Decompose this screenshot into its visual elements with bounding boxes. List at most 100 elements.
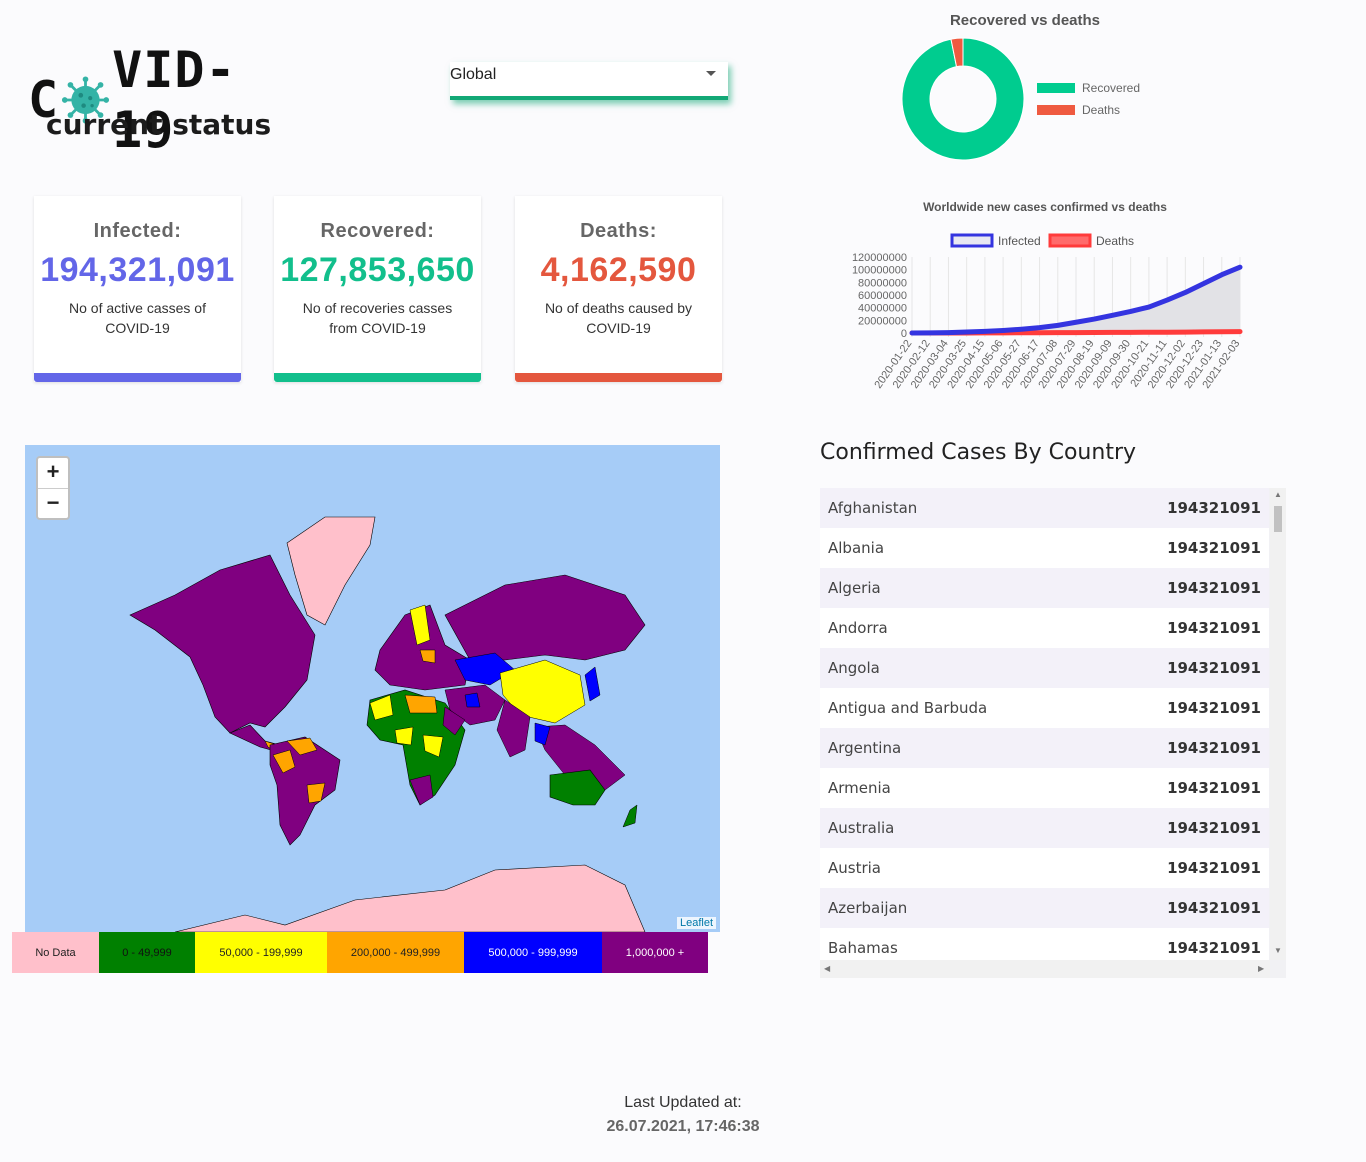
deaths-title: Deaths: bbox=[580, 220, 657, 242]
deaths-card: Deaths: 4,162,590 No of deaths caused by… bbox=[515, 196, 722, 382]
infected-value: 194,321,091 bbox=[40, 251, 235, 289]
country-name: Azerbaijan bbox=[828, 899, 908, 917]
country-cases: 194321091 bbox=[1167, 739, 1261, 757]
country-name: Austria bbox=[828, 859, 881, 877]
country-row[interactable]: Algeria 194321091 bbox=[820, 568, 1269, 608]
map-region-north-america bbox=[129, 554, 316, 734]
country-row[interactable]: Argentina 194321091 bbox=[820, 728, 1269, 768]
country-row[interactable]: Angola 194321091 bbox=[820, 648, 1269, 688]
page-subtitle: current status bbox=[46, 108, 272, 141]
country-row[interactable]: Armenia 194321091 bbox=[820, 768, 1269, 808]
country-name: Armenia bbox=[828, 779, 891, 797]
line-legend-swatch[interactable] bbox=[950, 233, 994, 248]
donut-chart: Recovered Deaths bbox=[901, 37, 1140, 161]
world-map[interactable] bbox=[25, 445, 720, 932]
country-row[interactable]: Antigua and Barbuda 194321091 bbox=[820, 688, 1269, 728]
deaths-description: No of deaths caused by COVID-19 bbox=[544, 300, 693, 336]
recovered-bar bbox=[274, 373, 481, 382]
zoom-out-button[interactable]: − bbox=[38, 489, 68, 519]
country-name: Angola bbox=[828, 659, 880, 677]
donut-chart-title: Recovered vs deaths bbox=[949, 12, 1101, 29]
horizontal-scrollbar[interactable]: ◀ ▶ bbox=[820, 960, 1270, 978]
recovered-value: 127,853,650 bbox=[280, 251, 475, 289]
country-cases: 194321091 bbox=[1167, 859, 1261, 877]
map-zoom-control: + − bbox=[36, 456, 70, 520]
country-name: Albania bbox=[828, 539, 885, 557]
country-row[interactable]: Andorra 194321091 bbox=[820, 608, 1269, 648]
y-tick-label: 120000000 bbox=[852, 252, 907, 264]
country-cases: 194321091 bbox=[1167, 939, 1261, 957]
app-logo: C VID-19 bbox=[28, 40, 288, 159]
country-cases: 194321091 bbox=[1167, 779, 1261, 797]
scroll-up-icon[interactable]: ▲ bbox=[1274, 490, 1282, 499]
recovered-title: Recovered: bbox=[320, 220, 435, 242]
country-cases: 194321091 bbox=[1167, 539, 1261, 557]
leaflet-attribution-link[interactable]: Leaflet bbox=[677, 917, 717, 929]
chevron-down-icon bbox=[706, 71, 716, 76]
map-region-greenland bbox=[286, 516, 376, 626]
country-name: Bahamas bbox=[828, 939, 898, 957]
deaths-value: 4,162,590 bbox=[540, 251, 697, 289]
country-list[interactable]: Afghanistan 194321091 Albania 194321091 Alge… bbox=[820, 488, 1286, 978]
scroll-right-icon[interactable]: ▶ bbox=[1258, 964, 1264, 973]
scroll-down-icon[interactable]: ▼ bbox=[1274, 946, 1282, 955]
line-legend-swatch[interactable] bbox=[1048, 233, 1092, 248]
donut-legend-label: Recovered bbox=[1082, 81, 1140, 95]
country-name: Andorra bbox=[828, 619, 888, 637]
zoom-in-button[interactable]: + bbox=[38, 458, 68, 489]
legend-item: 500,000 - 999,999 bbox=[464, 932, 602, 973]
country-row[interactable]: Afghanistan 194321091 bbox=[820, 488, 1269, 528]
legend-item: 200,000 - 499,999 bbox=[327, 932, 464, 973]
country-row[interactable]: Azerbaijan 194321091 bbox=[820, 888, 1269, 928]
country-row[interactable]: Australia 194321091 bbox=[820, 808, 1269, 848]
country-row[interactable]: Bahamas 194321091 bbox=[820, 928, 1269, 960]
country-cases: 194321091 bbox=[1167, 819, 1261, 837]
donut-legend-swatch bbox=[1037, 83, 1075, 93]
infected-bar bbox=[34, 373, 241, 382]
country-name: Afghanistan bbox=[828, 499, 918, 517]
donut-legend-swatch bbox=[1037, 105, 1075, 115]
country-name: Australia bbox=[828, 819, 895, 837]
country-rows: Afghanistan 194321091 Albania 194321091 Alge… bbox=[820, 488, 1269, 960]
legend-item: 50,000 - 199,999 bbox=[195, 932, 327, 973]
country-cases: 194321091 bbox=[1167, 619, 1261, 637]
country-cases: 194321091 bbox=[1167, 699, 1261, 717]
country-name: Antigua and Barbuda bbox=[828, 699, 988, 717]
region-select-value: Global bbox=[450, 66, 497, 83]
scroll-left-icon[interactable]: ◀ bbox=[824, 964, 830, 973]
country-cases: 194321091 bbox=[1167, 659, 1261, 677]
country-name: Argentina bbox=[828, 739, 902, 757]
infected-description: No of active casses of COVID-19 bbox=[69, 300, 206, 336]
recovered-description: No of recoveries casses from COVID-19 bbox=[302, 300, 453, 336]
infected-card: Infected: 194,321,091 No of active casse… bbox=[34, 196, 241, 382]
line-legend-label: Deaths bbox=[1096, 234, 1134, 248]
logo-suffix: VID-19 bbox=[112, 41, 237, 159]
infected-title: Infected: bbox=[93, 220, 182, 242]
last-updated-label: Last Updated at: bbox=[624, 1094, 742, 1111]
country-name: Algeria bbox=[828, 579, 881, 597]
legend-item: 0 - 49,999 bbox=[99, 932, 195, 973]
y-tick-label: 20000000 bbox=[858, 315, 907, 327]
vertical-scrollbar[interactable]: ▲ ▼ bbox=[1270, 488, 1286, 960]
recovered-card: Recovered: 127,853,650 No of recoveries … bbox=[274, 196, 481, 382]
y-tick-label: 80000000 bbox=[858, 277, 907, 289]
map-region-russia bbox=[444, 574, 646, 661]
map-legend: No Data 0 - 49,999 50,000 - 199,999 200,000… bbox=[12, 932, 708, 973]
line-chart-title: Worldwide new cases confirmed vs deaths bbox=[923, 200, 1167, 214]
scrollbar-thumb[interactable] bbox=[1274, 506, 1282, 532]
country-row[interactable]: Austria 194321091 bbox=[820, 848, 1269, 888]
last-updated-value: 26.07.2021, 17:46:38 bbox=[606, 1118, 760, 1135]
legend-item: 1,000,000 + bbox=[602, 932, 708, 973]
line-chart: Infected Deaths 12000000010000000080000000… bbox=[852, 233, 1243, 391]
y-tick-label: 60000000 bbox=[858, 290, 907, 302]
deaths-bar bbox=[515, 373, 722, 382]
y-tick-label: 100000000 bbox=[852, 265, 907, 277]
world-map-canvas bbox=[129, 516, 646, 932]
region-select[interactable]: Global bbox=[450, 62, 728, 100]
y-tick-label: 40000000 bbox=[858, 303, 907, 315]
country-row[interactable]: Albania 194321091 bbox=[820, 528, 1269, 568]
line-legend-label: Infected bbox=[998, 234, 1041, 248]
map-region-antarctica bbox=[174, 864, 646, 932]
country-cases: 194321091 bbox=[1167, 499, 1261, 517]
country-cases: 194321091 bbox=[1167, 579, 1261, 597]
